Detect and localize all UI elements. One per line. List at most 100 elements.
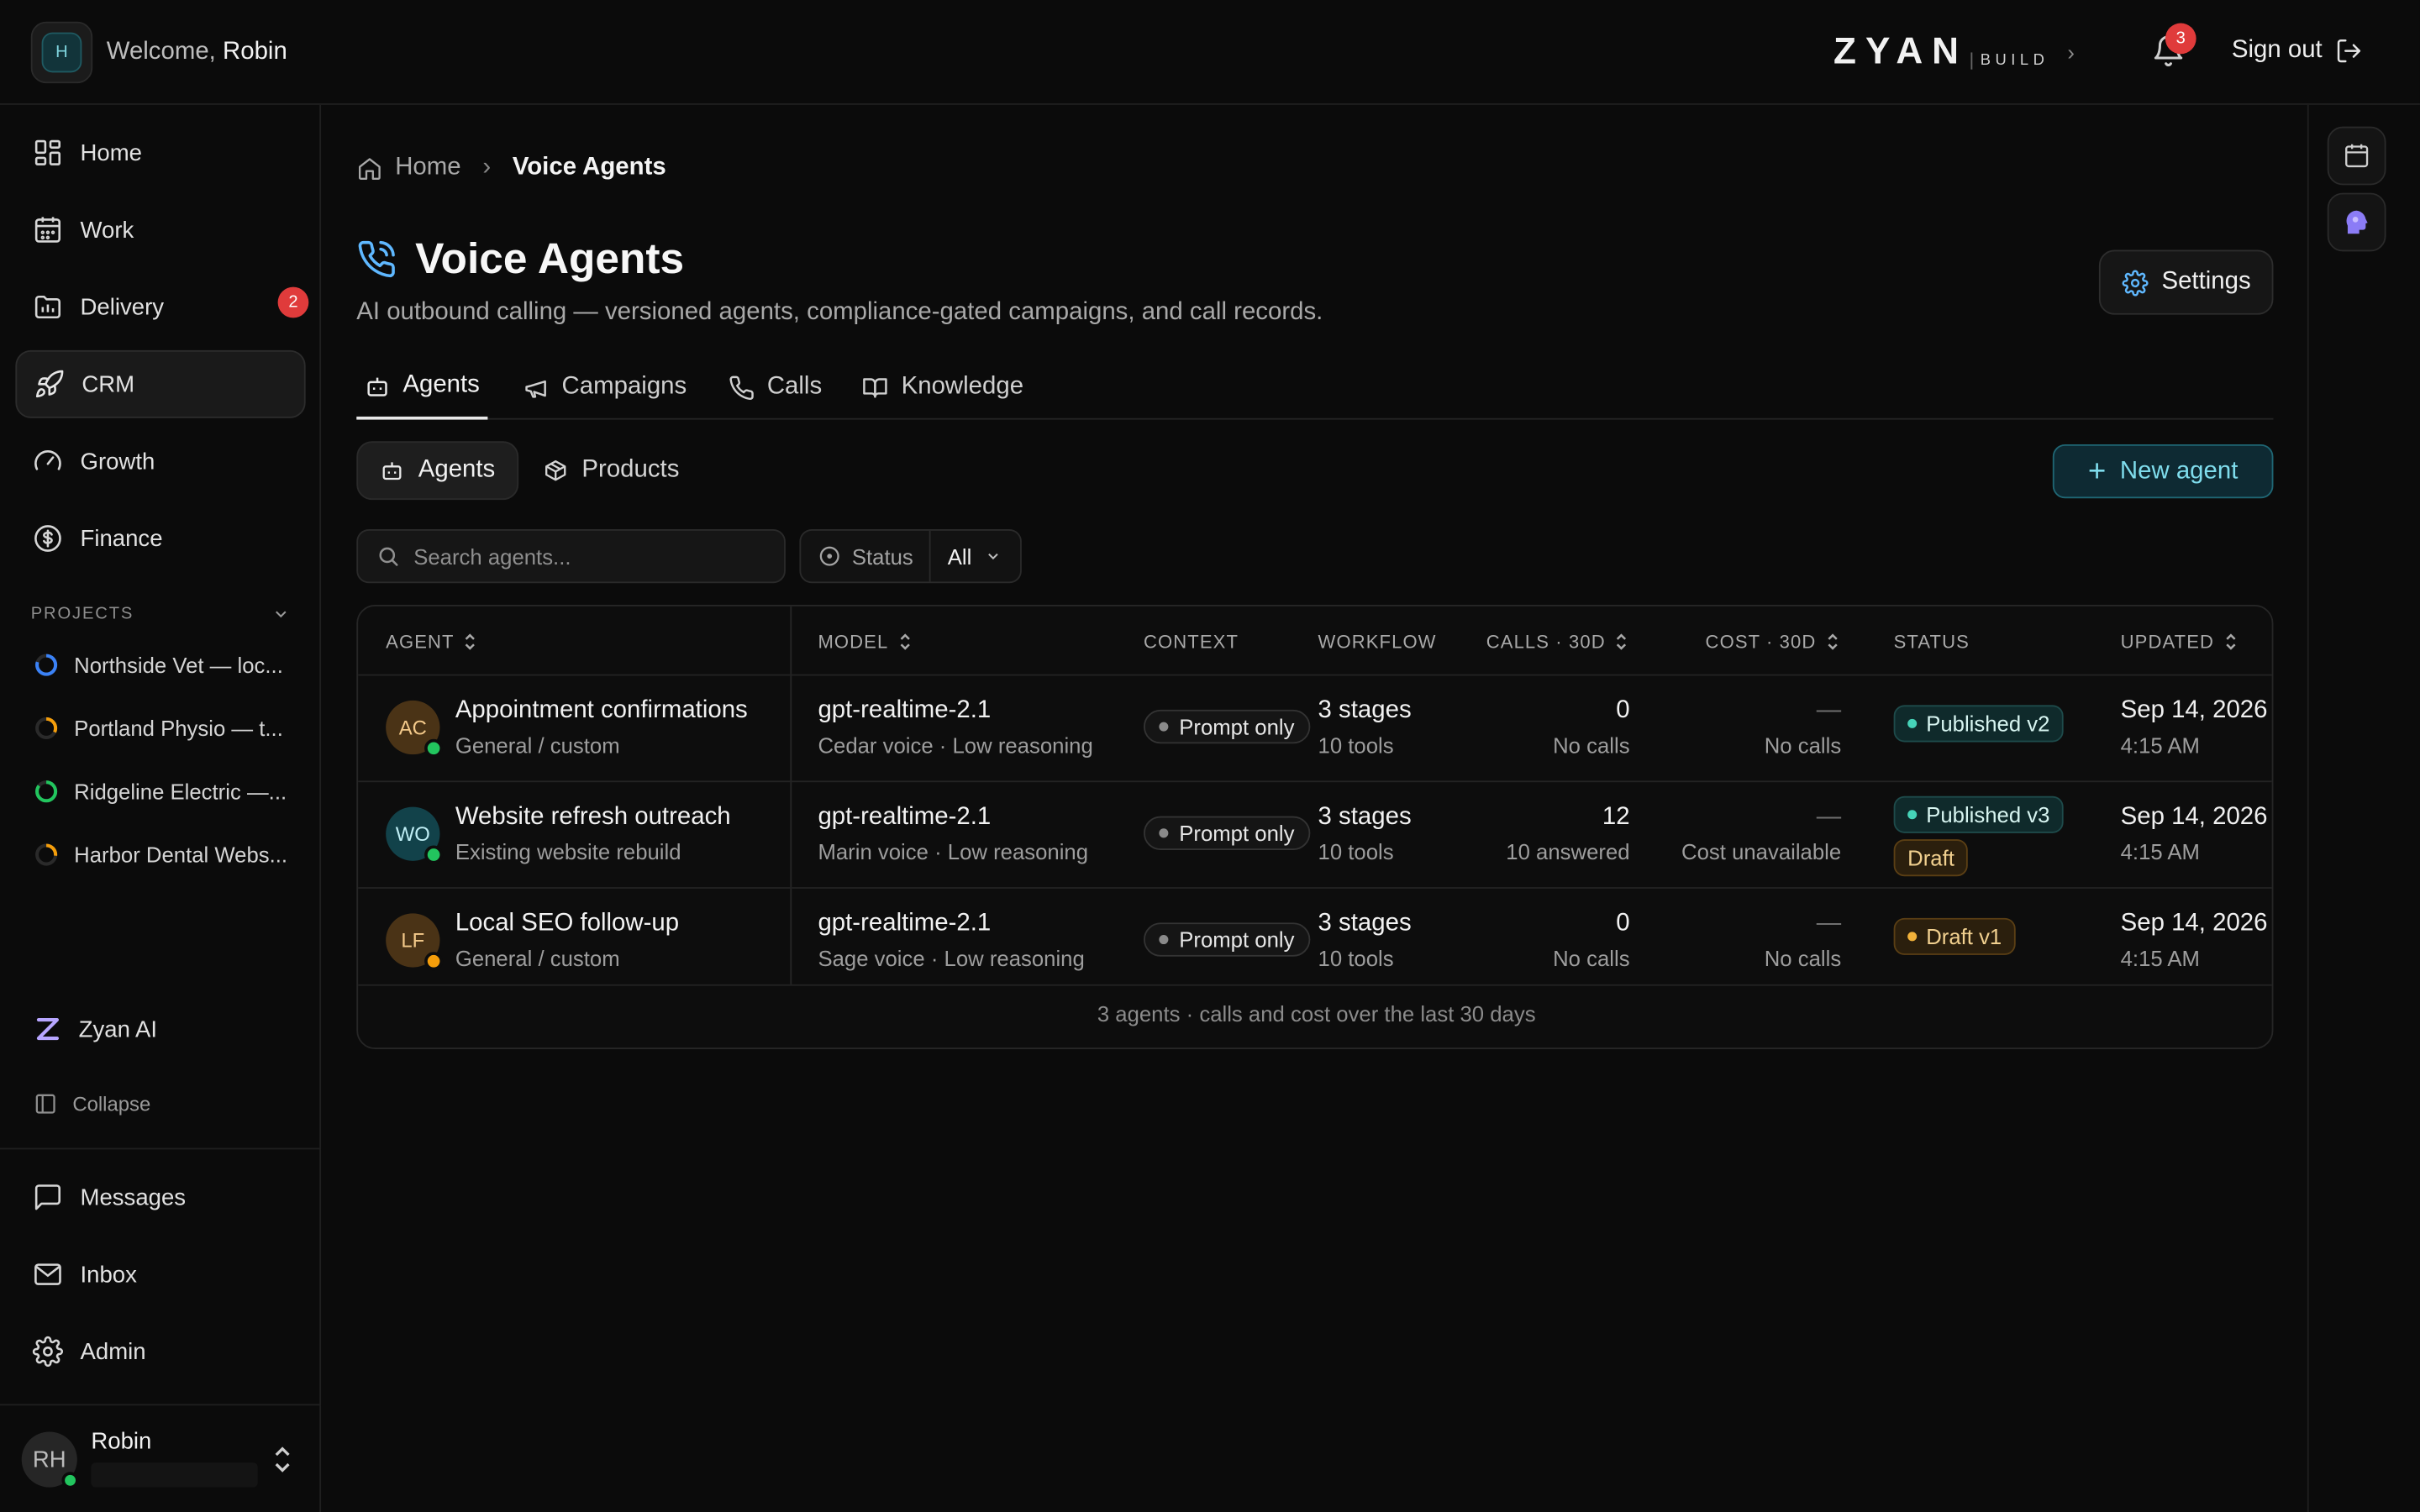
tab-calls[interactable]: Calls <box>729 354 822 419</box>
sidebar-item-work[interactable]: Work <box>15 196 305 264</box>
new-agent-button[interactable]: + New agent <box>2052 444 2274 499</box>
column-header-model[interactable]: MODEL <box>818 631 911 653</box>
log-out-icon <box>2337 39 2360 63</box>
table-row[interactable]: WO Website refresh outreach Existing web… <box>358 782 2272 887</box>
agent-name[interactable]: Appointment confirmations <box>455 697 748 725</box>
sidebar-item-label: Messages <box>80 1184 187 1210</box>
context-badge: Prompt only <box>1143 922 1310 957</box>
zyan-ai-button[interactable]: Zyan AI <box>34 1016 157 1043</box>
cost-value: — <box>1816 910 1842 937</box>
project-label: Ridgeline Electric —... <box>74 779 287 804</box>
project-label: Portland Physio — t... <box>74 716 283 741</box>
tab-campaigns[interactable]: Campaigns <box>523 354 687 419</box>
welcome-text: Welcome, Robin <box>107 39 287 66</box>
agent-name[interactable]: Website refresh outreach <box>455 804 731 832</box>
calendar-button[interactable] <box>2327 126 2386 186</box>
project-item[interactable]: Portland Physio — t... <box>34 713 296 744</box>
segment-products[interactable]: Products <box>522 441 701 500</box>
tab-knowledge[interactable]: Knowledge <box>861 354 1023 419</box>
cost-detail: Cost unavailable <box>1681 839 1842 864</box>
status-badge: Published v3 <box>1893 795 2064 833</box>
chevron-down-icon <box>276 611 287 618</box>
table-row[interactable]: AC Appointment confirmations General / c… <box>358 675 2272 780</box>
updated-time: 4:15 AM <box>2120 839 2200 864</box>
status-badge: Draft <box>1893 839 1969 877</box>
status-filter-select[interactable]: All <box>931 543 1002 569</box>
assistant-button[interactable] <box>2327 192 2386 252</box>
progress-ring-icon <box>35 843 58 866</box>
context-label: Prompt only <box>1179 821 1295 846</box>
sidebar-item-label: Admin <box>80 1338 146 1365</box>
column-header-updated[interactable]: UPDATED <box>2121 631 2238 653</box>
sort-icon <box>1828 633 1838 650</box>
status-label: Draft <box>1907 845 1954 870</box>
sidebar-item-growth[interactable]: Growth <box>15 428 305 496</box>
sidebar-item-home[interactable]: Home <box>15 118 305 186</box>
search-input[interactable]: Search agents... <box>356 528 786 584</box>
model-details: Marin voice · Low reasoning <box>818 839 1089 864</box>
sidebar-item-admin[interactable]: Admin <box>15 1318 305 1386</box>
sidebar-item-delivery[interactable]: Delivery 2 <box>15 273 309 341</box>
segment-label: Products <box>581 456 680 483</box>
cost-detail: No calls <box>1764 945 1842 971</box>
updated-date: Sep 14, 2026 <box>2120 910 2268 937</box>
calls-count: 0 <box>1616 697 1630 724</box>
sidebar-item-label: Home <box>80 139 143 166</box>
collapse-button[interactable]: Collapse <box>34 1092 150 1116</box>
agent-description: General / custom <box>455 732 620 758</box>
project-item[interactable]: Harbor Dental Webs... <box>34 839 296 870</box>
user-menu[interactable]: RH Robin <box>21 1425 306 1494</box>
status-label: Draft v1 <box>1926 924 2002 949</box>
sidebar-item-finance[interactable]: Finance <box>15 505 305 573</box>
sidebar-item-inbox[interactable]: Inbox <box>15 1241 305 1309</box>
message-icon <box>34 1184 61 1210</box>
settings-button[interactable]: Settings <box>2098 249 2274 315</box>
updated-time: 4:15 AM <box>2120 732 2200 758</box>
search-placeholder: Search agents... <box>413 543 571 569</box>
cost-detail: No calls <box>1764 732 1842 758</box>
tab-agents[interactable]: Agents <box>356 354 488 420</box>
page-title: Voice Agents <box>415 234 685 283</box>
agent-name[interactable]: Local SEO follow-up <box>455 911 679 938</box>
column-header-calls[interactable]: CALLS · 30D <box>1486 631 1629 653</box>
context-badge: Prompt only <box>1143 709 1310 744</box>
status-badge: Draft v1 <box>1893 917 2016 955</box>
app-window: H Welcome, Robin ZYAN BUILD › 3 Sign out… <box>0 0 2420 1512</box>
badge-dot <box>1907 718 1918 728</box>
filter-label: Status <box>851 543 913 569</box>
projects-header[interactable]: PROJECTS <box>31 605 291 623</box>
model-name: gpt-realtime-2.1 <box>818 697 992 724</box>
online-status-dot <box>61 1472 79 1489</box>
workflow-tools: 10 tools <box>1318 732 1394 758</box>
updated-time: 4:15 AM <box>2120 945 2200 971</box>
brand-logo[interactable]: ZYAN BUILD › <box>1833 31 2075 73</box>
agent-status-dot <box>424 738 444 758</box>
sort-icon <box>900 633 910 650</box>
column-header-agent[interactable]: AGENT <box>386 631 477 653</box>
column-header-cost[interactable]: COST · 30D <box>1706 631 1839 653</box>
sign-out-button[interactable]: Sign out <box>2232 37 2363 65</box>
page-subtitle: AI outbound calling — versioned agents, … <box>356 299 1323 326</box>
home-icon[interactable] <box>356 155 382 181</box>
chevrons-up-down-icon <box>275 1446 290 1473</box>
row-divider <box>358 984 2272 986</box>
sidebar-item-messages[interactable]: Messages <box>15 1163 305 1231</box>
status-filter[interactable]: Status All <box>799 528 1022 584</box>
context-badge: Prompt only <box>1143 816 1310 851</box>
calendar-icon <box>34 217 61 243</box>
sidebar-item-crm[interactable]: CRM <box>15 349 306 418</box>
calls-detail: 10 answered <box>1506 839 1630 864</box>
gear-icon <box>32 1336 63 1368</box>
calls-detail: No calls <box>1553 732 1630 758</box>
sort-icon <box>1617 633 1627 650</box>
project-item[interactable]: Ridgeline Electric —... <box>34 776 296 807</box>
project-label: Harbor Dental Webs... <box>74 842 288 868</box>
project-item[interactable]: Northside Vet — loc... <box>34 649 296 680</box>
segment-agents[interactable]: Agents <box>356 441 518 501</box>
breadcrumb-home[interactable]: Home <box>395 155 460 182</box>
brain-head-icon <box>2346 210 2368 234</box>
badge-dot <box>1907 932 1918 942</box>
table-row[interactable]: LF Local SEO follow-up General / custom … <box>358 889 2272 994</box>
breadcrumb-current: Voice Agents <box>512 154 666 181</box>
workspace-switcher[interactable]: H <box>30 21 93 84</box>
